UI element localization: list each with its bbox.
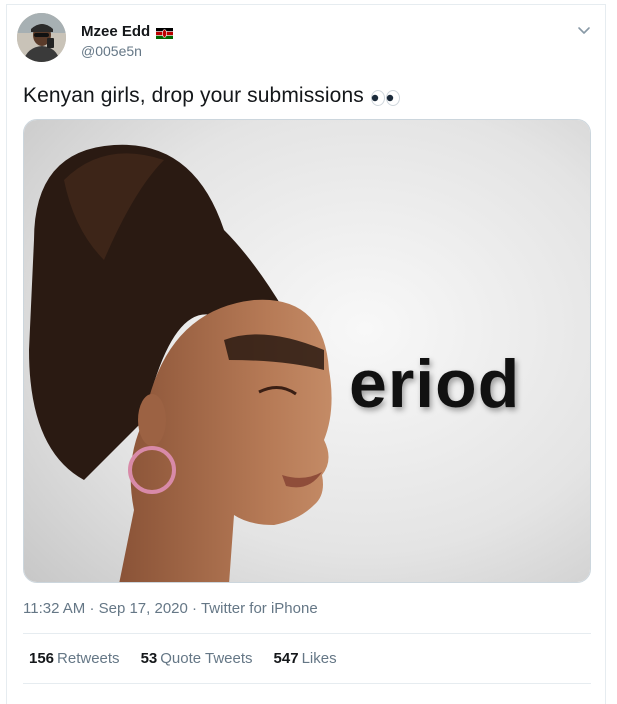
- likes-count: 547: [273, 650, 299, 667]
- display-name[interactable]: Mzee Edd: [81, 23, 150, 40]
- tweet-time-link[interactable]: 11:32 AM · Sep 17, 2020: [23, 600, 188, 617]
- meta-separator: ·: [89, 600, 95, 617]
- meta-separator: ·: [192, 600, 198, 617]
- tweet-source-link[interactable]: Twitter for iPhone: [201, 600, 318, 617]
- retweets-count: 156: [29, 650, 55, 667]
- likes-stat[interactable]: 547 Likes: [274, 650, 337, 667]
- name-row: Mzee Edd: [81, 23, 174, 40]
- tweet-stats: 156 Retweets 53 Quote Tweets 547 Likes: [29, 650, 337, 667]
- tweet-meta: 11:32 AM · Sep 17, 2020 · Twitter for iP…: [23, 600, 318, 617]
- likes-label: Likes: [301, 650, 337, 667]
- retweets-label: Retweets: [57, 650, 120, 667]
- meme-overlay-text: eriod: [349, 346, 521, 422]
- tweet-time: 11:32 AM: [23, 600, 86, 617]
- retweets-stat[interactable]: 156 Retweets: [29, 650, 120, 667]
- tweet-text-body: Kenyan girls, drop your submissions: [23, 84, 364, 107]
- kenya-flag-icon: [156, 26, 174, 39]
- handle[interactable]: @005e5n: [81, 43, 142, 59]
- avatar[interactable]: [17, 13, 66, 62]
- top-divider: [6, 4, 606, 5]
- tweet-header: Mzee Edd @005e5n: [17, 13, 597, 65]
- eyes-icon: [370, 88, 402, 107]
- stats-top-divider: [23, 633, 591, 634]
- stats-bottom-divider: [23, 683, 591, 684]
- quote-tweets-stat[interactable]: 53 Quote Tweets: [141, 650, 253, 667]
- tweet-date: Sep 17, 2020: [98, 600, 188, 617]
- tweet-media-image[interactable]: eriod: [23, 119, 591, 583]
- quotes-label: Quote Tweets: [160, 650, 253, 667]
- chevron-down-icon[interactable]: [575, 21, 593, 39]
- quotes-count: 53: [140, 650, 158, 667]
- tweet-text: Kenyan girls, drop your submissions: [23, 84, 402, 108]
